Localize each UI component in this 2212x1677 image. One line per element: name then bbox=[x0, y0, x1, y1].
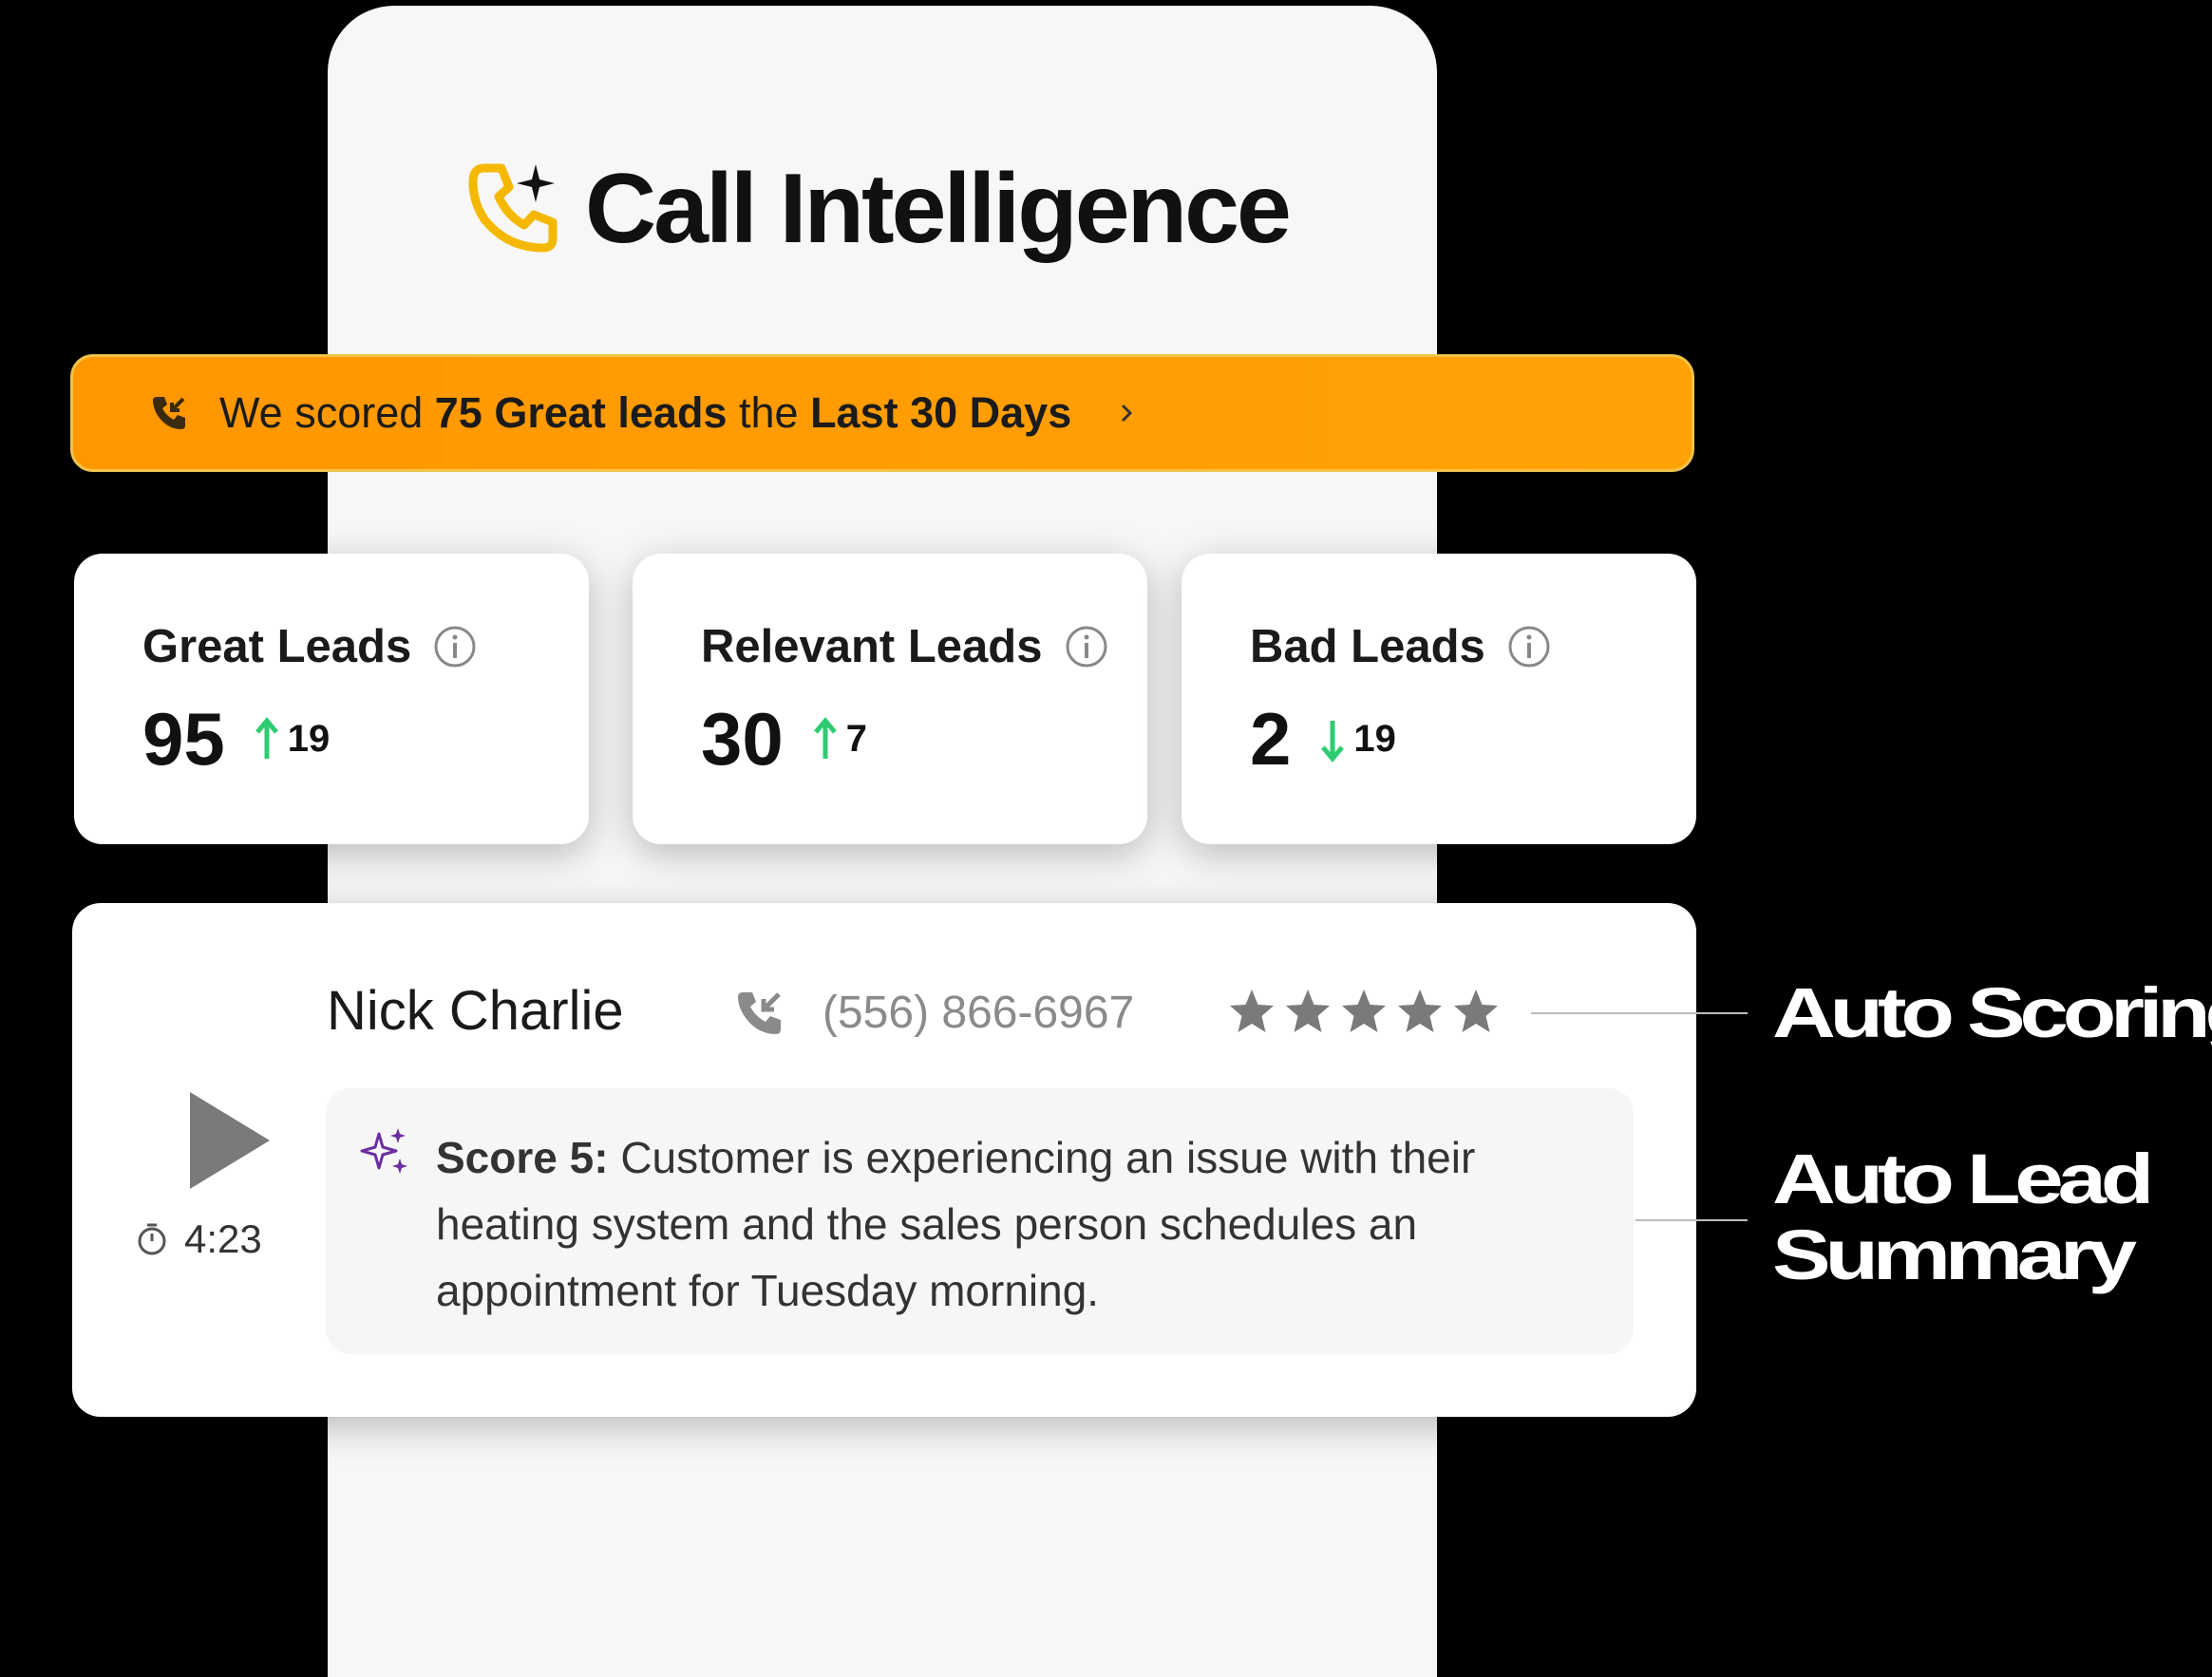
info-icon[interactable] bbox=[1064, 624, 1109, 669]
stat-card-bad-leads[interactable]: Bad Leads 2 19 bbox=[1182, 554, 1696, 844]
annotation-auto-scoring: Auto Scoring bbox=[1772, 973, 2212, 1052]
stat-value: 30 bbox=[701, 697, 784, 781]
play-icon[interactable] bbox=[182, 1088, 274, 1193]
incoming-call-icon bbox=[738, 992, 781, 1034]
call-duration: 4:23 bbox=[135, 1216, 262, 1262]
star-icon bbox=[1454, 989, 1498, 1032]
caller-name: Nick Charlie bbox=[327, 980, 624, 1042]
stat-label: Great Leads bbox=[142, 621, 412, 672]
leads-summary-banner[interactable]: We scored 75 Great leads the Last 30 Day… bbox=[70, 354, 1694, 472]
banner-highlight-period: Last 30 Days bbox=[810, 388, 1072, 437]
stat-value: 2 bbox=[1250, 697, 1292, 781]
star-icon bbox=[1230, 989, 1274, 1032]
summary-text: Score 5: Customer is experiencing an iss… bbox=[436, 1124, 1614, 1324]
info-icon[interactable] bbox=[1506, 624, 1552, 669]
stat-delta: 19 bbox=[1353, 718, 1396, 760]
annotation-summary: Summary bbox=[1772, 1215, 2137, 1294]
stat-label: Bad Leads bbox=[1250, 621, 1485, 672]
banner-middle: the bbox=[738, 388, 799, 437]
app-title: Call Intelligence bbox=[585, 153, 1292, 264]
stopwatch-icon bbox=[138, 1223, 166, 1255]
chevron-right-icon bbox=[1122, 404, 1133, 423]
incoming-call-icon bbox=[153, 397, 185, 429]
auto-summary-connector bbox=[1635, 1219, 1748, 1221]
summary-score-label: Score 5: bbox=[436, 1133, 609, 1182]
call-record-card[interactable]: 4:23 Nick Charlie (556) 866-6967 Score 5… bbox=[72, 903, 1696, 1417]
arrow-up-icon bbox=[813, 716, 837, 759]
stat-delta: 19 bbox=[287, 718, 331, 760]
star-icon bbox=[1398, 989, 1442, 1032]
sparkle-icon bbox=[360, 1128, 407, 1174]
app-header: Call Intelligence bbox=[463, 152, 1292, 266]
star-icon bbox=[1342, 989, 1386, 1032]
stat-delta: 7 bbox=[845, 718, 868, 760]
auto-scoring-connector bbox=[1531, 1012, 1748, 1014]
stat-card-relevant-leads[interactable]: Relevant Leads 30 7 bbox=[633, 554, 1147, 844]
duration-text: 4:23 bbox=[184, 1216, 262, 1261]
arrow-down-icon bbox=[1321, 720, 1345, 763]
phone-sparkle-icon bbox=[468, 163, 558, 253]
banner-prefix: We scored bbox=[219, 388, 424, 437]
stat-card-great-leads[interactable]: Great Leads 95 19 bbox=[74, 554, 589, 844]
info-icon[interactable] bbox=[432, 624, 478, 669]
caller-phone-number: (556) 866-6967 bbox=[822, 988, 1135, 1038]
arrow-up-icon bbox=[255, 716, 278, 759]
rating-stars bbox=[1227, 987, 1507, 1036]
annotation-auto-lead: Auto Lead bbox=[1772, 1140, 2154, 1218]
banner-highlight-count: 75 Great leads bbox=[434, 388, 728, 437]
stat-value: 95 bbox=[142, 697, 225, 781]
ai-summary-box: Score 5: Customer is experiencing an iss… bbox=[326, 1088, 1634, 1354]
star-icon bbox=[1286, 989, 1330, 1032]
stat-label: Relevant Leads bbox=[701, 621, 1043, 672]
